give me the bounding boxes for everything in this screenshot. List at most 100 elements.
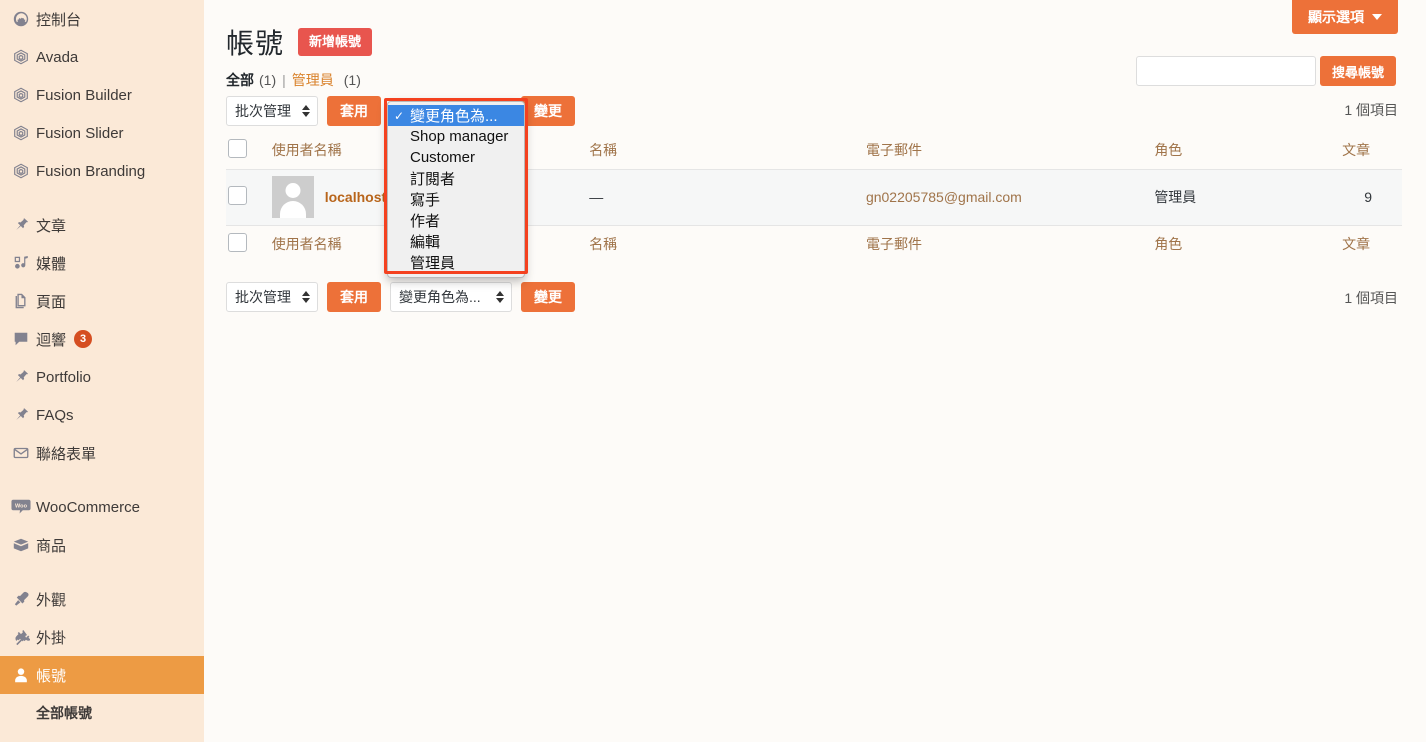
- search-submit-button[interactable]: 搜尋帳號: [1319, 56, 1396, 86]
- wordpress-admin-screen: 控制台 Avada Fusion Builder Fusion Slider Fusio…: [0, 0, 1426, 742]
- sidebar-item-label: 商品: [36, 537, 67, 555]
- sidebar-item-plugins[interactable]: 外掛: [0, 618, 204, 656]
- row-posts-cell[interactable]: 9: [1342, 169, 1402, 226]
- sidebar-item-label: Fusion Branding: [36, 162, 146, 180]
- sidebar-item-label: FAQs: [36, 406, 74, 424]
- sidebar-item-label: 聯絡表單: [36, 445, 97, 463]
- dropdown-option[interactable]: Shop manager: [388, 126, 524, 147]
- sidebar-item-label: 外觀: [36, 591, 67, 609]
- sidebar-item-pages[interactable]: 頁面: [0, 282, 204, 320]
- column-header-name[interactable]: 名稱: [589, 131, 866, 170]
- sidebar-submenu-item-all-users[interactable]: 全部帳號: [0, 694, 204, 732]
- pin-icon: [11, 405, 31, 425]
- email-link[interactable]: gn02205785@gmail.com: [866, 189, 1022, 205]
- bulk-action-select-top-value: 批次管理: [235, 103, 291, 119]
- sidebar-item-media[interactable]: 媒體: [0, 244, 204, 282]
- avatar: [271, 176, 314, 218]
- dropdown-option-label: 管理員: [410, 255, 456, 272]
- plugin-icon: [11, 627, 31, 647]
- sidebar-item-users[interactable]: 帳號: [0, 656, 214, 694]
- select-all-checkbox-footer[interactable]: [228, 233, 247, 253]
- sidebar-item-fusion-slider[interactable]: Fusion Slider: [0, 114, 204, 152]
- dropdown-option[interactable]: ✓ 變更角色為...: [388, 105, 524, 126]
- avada-icon: [11, 85, 31, 105]
- search-box: 搜尋帳號: [1135, 56, 1396, 86]
- pin-icon: [11, 215, 31, 235]
- add-user-button[interactable]: 新增帳號: [298, 27, 373, 57]
- sidebar-item-appearance[interactable]: 外觀: [0, 580, 204, 618]
- dropdown-option[interactable]: 寫手: [388, 189, 524, 210]
- dropdown-option[interactable]: 作者: [388, 210, 524, 231]
- sidebar-item-products[interactable]: 商品: [0, 526, 204, 564]
- dropdown-option[interactable]: 編輯: [388, 231, 524, 252]
- row-email-cell: gn02205785@gmail.com: [865, 169, 1155, 226]
- pages-icon: [11, 291, 31, 311]
- avada-icon: [11, 123, 31, 143]
- page-title: 帳號: [226, 28, 285, 59]
- pin-icon: [11, 367, 31, 387]
- box-icon: [11, 535, 31, 555]
- sidebar-item-faqs[interactable]: FAQs: [0, 396, 204, 434]
- apply-button-bottom[interactable]: 套用: [327, 282, 381, 312]
- row-checkbox[interactable]: [228, 186, 247, 205]
- sidebar-item-label: Avada: [36, 48, 79, 66]
- sidebar-item-label: 文章: [36, 217, 67, 235]
- sidebar-item-woocommerce[interactable]: Woo WooCommerce: [0, 488, 204, 526]
- page-header: 帳號 新增帳號: [226, 22, 373, 62]
- user-icon: [11, 665, 31, 685]
- media-icon: [11, 253, 31, 273]
- filter-divider: |: [282, 72, 286, 88]
- change-role-select-bottom[interactable]: 變更角色為...: [390, 282, 512, 312]
- dropdown-option[interactable]: 管理員: [388, 252, 524, 273]
- sidebar-item-label: 控制台: [36, 11, 82, 29]
- sidebar-item-fusion-builder[interactable]: Fusion Builder: [0, 76, 204, 114]
- dropdown-option[interactable]: Customer: [388, 147, 524, 168]
- appearance-icon: [11, 589, 31, 609]
- change-role-dropdown-list[interactable]: ✓ 變更角色為... Shop manager Customer 訂閱者 寫手作者 編輯管理…: [387, 101, 525, 278]
- sidebar-item-label: WooCommerce: [36, 498, 140, 516]
- sidebar-item-portfolio[interactable]: Portfolio: [0, 358, 204, 396]
- filter-link-all[interactable]: 全部: [226, 70, 254, 90]
- sidebar-item-contact-form[interactable]: 聯絡表單: [0, 434, 204, 472]
- dropdown-option-label: 作者: [410, 213, 441, 230]
- row-name-cell: —: [589, 169, 866, 226]
- woo-icon: Woo: [11, 497, 31, 517]
- dropdown-option-label: Shop manager: [410, 128, 509, 145]
- column-footer-email[interactable]: 電子郵件: [865, 224, 1155, 263]
- select-all-footer: [226, 224, 272, 263]
- sidebar-item-posts[interactable]: 文章: [0, 206, 204, 244]
- select-arrows-icon: [496, 291, 504, 303]
- screen-options-button[interactable]: 顯示選項: [1292, 0, 1398, 34]
- menu-separator: [0, 190, 204, 206]
- select-all-checkbox[interactable]: [228, 138, 247, 158]
- user-link[interactable]: localhost: [325, 189, 386, 205]
- sidebar-item-label: Fusion Slider: [36, 124, 124, 142]
- sidebar-item-label: 帳號: [36, 667, 67, 685]
- bulk-action-select-bottom[interactable]: 批次管理: [226, 282, 318, 312]
- select-all-header: [226, 131, 272, 170]
- sidebar-item-fusion-branding[interactable]: Fusion Branding: [0, 152, 204, 190]
- change-role-button-bottom[interactable]: 變更: [521, 282, 575, 312]
- sidebar-item-avada[interactable]: Avada: [0, 38, 204, 76]
- sidebar-submenu-item-add-user[interactable]: 新增帳號: [0, 732, 204, 742]
- sidebar-item-comments[interactable]: 迴響 3: [0, 320, 204, 358]
- bulk-action-select-top[interactable]: 批次管理: [226, 96, 318, 126]
- change-role-select-bottom-value: 變更角色為...: [399, 289, 481, 305]
- filter-link-admin[interactable]: 管理員: [292, 70, 334, 90]
- dropdown-option[interactable]: 訂閱者: [388, 168, 524, 189]
- sidebar-item-dashboard[interactable]: 控制台: [0, 0, 204, 38]
- item-count-bottom: 1 個項目: [1344, 290, 1398, 306]
- column-header-email[interactable]: 電子郵件: [865, 131, 1155, 170]
- chevron-down-icon: [1372, 14, 1382, 20]
- column-header-role: 角色: [1154, 131, 1343, 170]
- avada-icon: [11, 47, 31, 67]
- select-arrows-icon: [302, 291, 310, 303]
- apply-button-top[interactable]: 套用: [327, 96, 381, 126]
- search-input[interactable]: [1135, 56, 1316, 86]
- change-role-button-top[interactable]: 變更: [521, 96, 575, 126]
- check-icon: ✓: [394, 108, 405, 123]
- dashboard-icon: [11, 9, 31, 29]
- mail-icon: [11, 443, 31, 463]
- bulk-action-select-bottom-value: 批次管理: [235, 289, 291, 305]
- column-footer-name[interactable]: 名稱: [589, 224, 866, 263]
